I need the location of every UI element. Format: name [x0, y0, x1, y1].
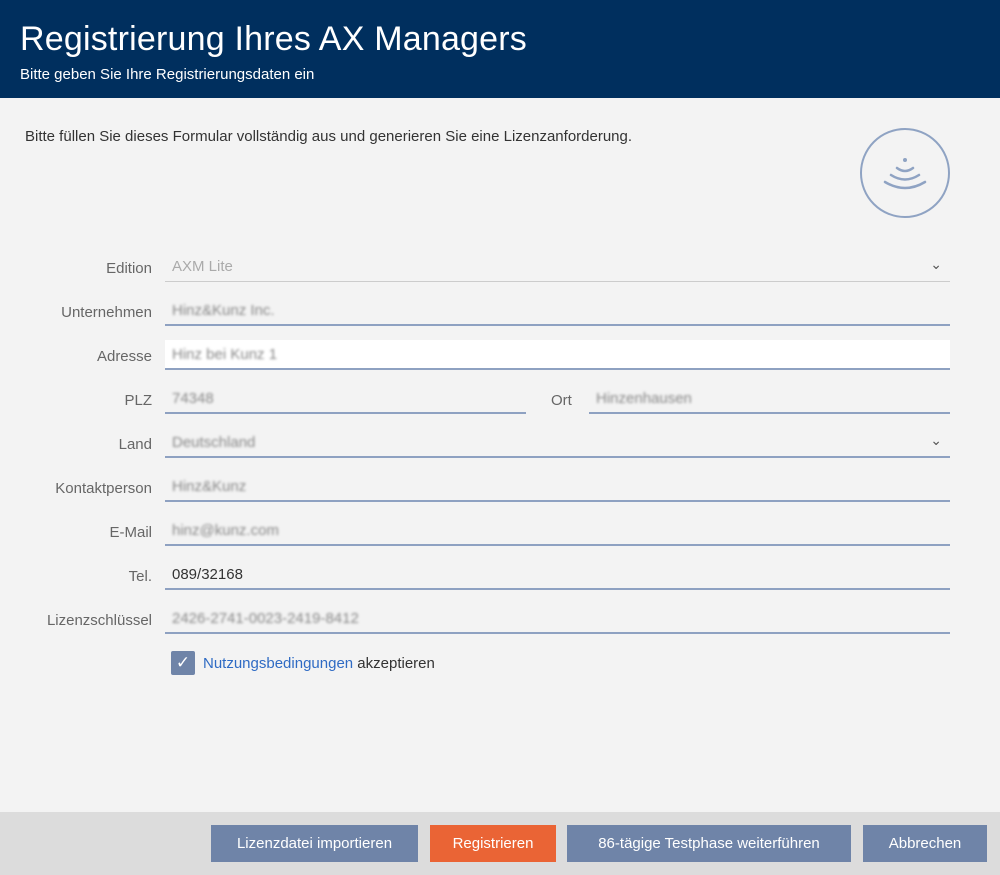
- company-value: Hinz&Kunz Inc.: [172, 302, 275, 319]
- terms-suffix: akzeptieren: [353, 655, 435, 672]
- contact-row: Kontaktperson Hinz&Kunz: [0, 472, 1000, 504]
- chevron-down-icon: ⌄: [930, 256, 942, 273]
- page-title: Registrierung Ihres AX Managers: [20, 20, 527, 59]
- terms-checkbox[interactable]: ✓: [171, 651, 195, 675]
- register-button[interactable]: Registrieren: [430, 825, 556, 862]
- contact-label: Kontaktperson: [55, 480, 152, 497]
- terms-link[interactable]: Nutzungsbedingungen: [203, 655, 353, 672]
- country-select[interactable]: Deutschland ⌄: [165, 428, 950, 458]
- edition-select: AXM Lite ⌄: [165, 252, 950, 282]
- contact-input[interactable]: Hinz&Kunz: [165, 472, 950, 502]
- address-label: Adresse: [97, 348, 152, 365]
- email-row: E-Mail hinz@kunz.com: [0, 516, 1000, 548]
- license-input[interactable]: 2426-2741-0023-2419-8412: [165, 604, 950, 634]
- phone-label: Tel.: [129, 568, 152, 585]
- terms-text: Nutzungsbedingungen akzeptieren: [203, 655, 435, 672]
- license-value: 2426-2741-0023-2419-8412: [172, 610, 359, 627]
- company-row: Unternehmen Hinz&Kunz Inc.: [0, 296, 1000, 328]
- address-row: Adresse Hinz bei Kunz 1: [0, 340, 1000, 372]
- country-value: Deutschland: [172, 434, 255, 451]
- phone-input[interactable]: 089/32168: [165, 560, 950, 590]
- city-value: Hinzenhausen: [596, 390, 692, 407]
- address-value: Hinz bei Kunz 1: [172, 346, 277, 363]
- zip-input[interactable]: 74348: [165, 384, 526, 414]
- license-label: Lizenzschlüssel: [47, 612, 152, 629]
- city-input[interactable]: Hinzenhausen: [589, 384, 950, 414]
- import-license-button[interactable]: Lizenzdatei importieren: [211, 825, 418, 862]
- country-row: Land Deutschland ⌄: [0, 428, 1000, 460]
- license-row: Lizenzschlüssel 2426-2741-0023-2419-8412: [0, 604, 1000, 636]
- company-input[interactable]: Hinz&Kunz Inc.: [165, 296, 950, 326]
- company-label: Unternehmen: [61, 304, 152, 321]
- zip-label: PLZ: [124, 392, 152, 409]
- intro-text: Bitte füllen Sie dieses Formular vollstä…: [25, 128, 632, 145]
- email-input[interactable]: hinz@kunz.com: [165, 516, 950, 546]
- cancel-button[interactable]: Abbrechen: [863, 825, 987, 862]
- continue-trial-button[interactable]: 86-tägige Testphase weiterführen: [567, 825, 851, 862]
- phone-value: 089/32168: [172, 566, 243, 583]
- country-label: Land: [119, 436, 152, 453]
- email-value: hinz@kunz.com: [172, 522, 279, 539]
- address-input[interactable]: Hinz bei Kunz 1: [165, 340, 950, 370]
- wireless-logo-icon: [860, 128, 950, 218]
- chevron-down-icon: ⌄: [930, 432, 942, 449]
- edition-label: Edition: [106, 260, 152, 277]
- phone-row: Tel. 089/32168: [0, 560, 1000, 592]
- email-label: E-Mail: [109, 524, 152, 541]
- zip-city-row: PLZ 74348 Ort Hinzenhausen: [0, 384, 1000, 416]
- contact-value: Hinz&Kunz: [172, 478, 246, 495]
- edition-row: Edition AXM Lite ⌄: [0, 252, 1000, 284]
- header: Registrierung Ihres AX Managers Bitte ge…: [0, 0, 1000, 98]
- zip-value: 74348: [172, 390, 214, 407]
- city-label: Ort: [551, 392, 572, 409]
- page-subtitle: Bitte geben Sie Ihre Registrierungsdaten…: [20, 66, 314, 83]
- edition-value: AXM Lite: [172, 258, 233, 275]
